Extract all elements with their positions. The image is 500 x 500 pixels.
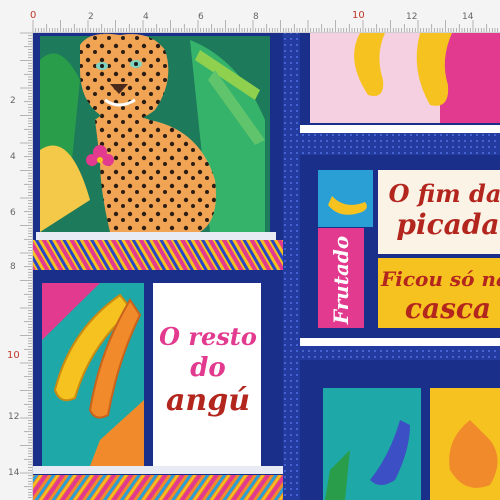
label-fim-line1: O fim da — [389, 179, 500, 208]
label-casca-line2: casca — [405, 292, 491, 325]
panel-jaguar — [33, 33, 283, 240]
vertical-border-band — [283, 33, 300, 500]
label-fim-line2: picada — [396, 208, 499, 241]
label-resto-line1: O resto — [159, 322, 257, 351]
horizontal-border-band-top — [300, 133, 500, 155]
label-resto-line3: angú — [166, 383, 250, 418]
panel-top-right — [300, 33, 500, 133]
panel-right-middle: O fim da picada Frutado Ficou só na casc… — [300, 155, 500, 346]
label-resto-line2: do — [190, 353, 226, 383]
panel-bottom-left: O resto do angú — [33, 270, 283, 475]
jaguar-illustration — [80, 33, 169, 122]
fabric-print: O fim da picada Frutado Ficou só na casc… — [33, 33, 500, 500]
label-frutado: Frutado — [329, 236, 353, 325]
horizontal-border-band-bottom — [300, 346, 500, 360]
panel-bottom-right — [300, 360, 500, 500]
label-casca-line1: Ficou só na — [380, 267, 500, 291]
print-artwork: O fim da picada Frutado Ficou só na casc… — [33, 33, 500, 500]
